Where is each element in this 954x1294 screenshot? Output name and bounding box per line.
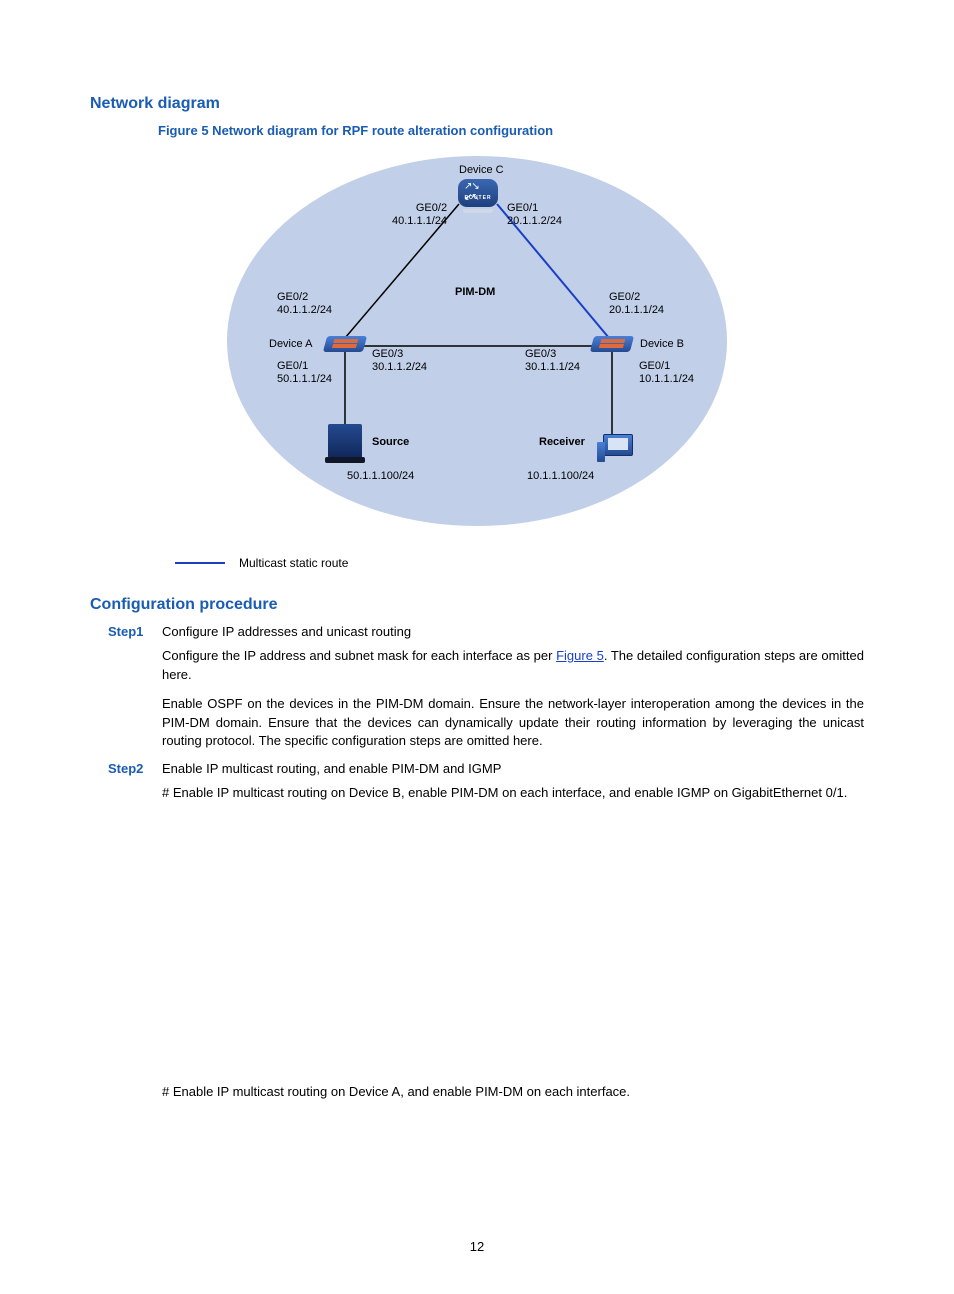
step1-para2: Enable OSPF on the devices in the PIM-DM… bbox=[162, 695, 864, 752]
step1-label: Step1 bbox=[108, 624, 152, 639]
step-2: Step2 Enable IP multicast routing, and e… bbox=[108, 761, 864, 776]
router-icon: ↗↘↙↖ ROUTER bbox=[458, 179, 498, 213]
label-a-ge01: GE0/150.1.1.1/24 bbox=[277, 360, 332, 385]
figure-5-link[interactable]: Figure 5 bbox=[556, 648, 604, 663]
network-diagram: ↗↘↙↖ ROUTER Device C GE0/240.1.1.1/24 GE… bbox=[167, 146, 787, 546]
step1-para1: Configure the IP address and subnet mask… bbox=[162, 647, 864, 685]
legend-line-icon bbox=[175, 562, 225, 564]
label-device-b: Device B bbox=[640, 338, 684, 351]
pc-icon bbox=[597, 434, 633, 456]
label-c-ge01: GE0/120.1.1.2/24 bbox=[507, 202, 562, 227]
label-c-ge02: GE0/240.1.1.1/24 bbox=[392, 202, 447, 227]
step2-para1: # Enable IP multicast routing on Device … bbox=[162, 784, 864, 803]
step1-title: Configure IP addresses and unicast routi… bbox=[162, 624, 411, 639]
step2-title: Enable IP multicast routing, and enable … bbox=[162, 761, 501, 776]
switch-icon-a bbox=[323, 336, 367, 352]
heading-network-diagram: Network diagram bbox=[90, 95, 864, 113]
page-number: 12 bbox=[0, 1239, 954, 1254]
label-a-ge02: GE0/240.1.1.2/24 bbox=[277, 291, 332, 316]
switch-icon-b bbox=[590, 336, 634, 352]
step2-para2: # Enable IP multicast routing on Device … bbox=[162, 1083, 864, 1102]
label-source: Source bbox=[372, 436, 409, 449]
label-b-ge01: GE0/110.1.1.1/24 bbox=[639, 360, 694, 385]
label-receiver-ip: 10.1.1.100/24 bbox=[527, 470, 594, 483]
label-b-ge02: GE0/220.1.1.1/24 bbox=[609, 291, 664, 316]
label-pim-dm: PIM-DM bbox=[455, 286, 495, 299]
label-device-c: Device C bbox=[459, 164, 504, 177]
label-receiver: Receiver bbox=[539, 436, 585, 449]
diagram-legend: Multicast static route bbox=[175, 556, 864, 570]
legend-label: Multicast static route bbox=[239, 556, 348, 570]
server-icon bbox=[328, 424, 362, 463]
step2-label: Step2 bbox=[108, 761, 152, 776]
label-b-ge03: GE0/330.1.1.1/24 bbox=[525, 348, 580, 373]
heading-config-procedure: Configuration procedure bbox=[90, 596, 864, 614]
step-1: Step1 Configure IP addresses and unicast… bbox=[108, 624, 864, 639]
label-a-ge03: GE0/330.1.1.2/24 bbox=[372, 348, 427, 373]
figure-caption: Figure 5 Network diagram for RPF route a… bbox=[158, 123, 864, 138]
label-source-ip: 50.1.1.100/24 bbox=[347, 470, 414, 483]
label-device-a: Device A bbox=[269, 338, 312, 351]
